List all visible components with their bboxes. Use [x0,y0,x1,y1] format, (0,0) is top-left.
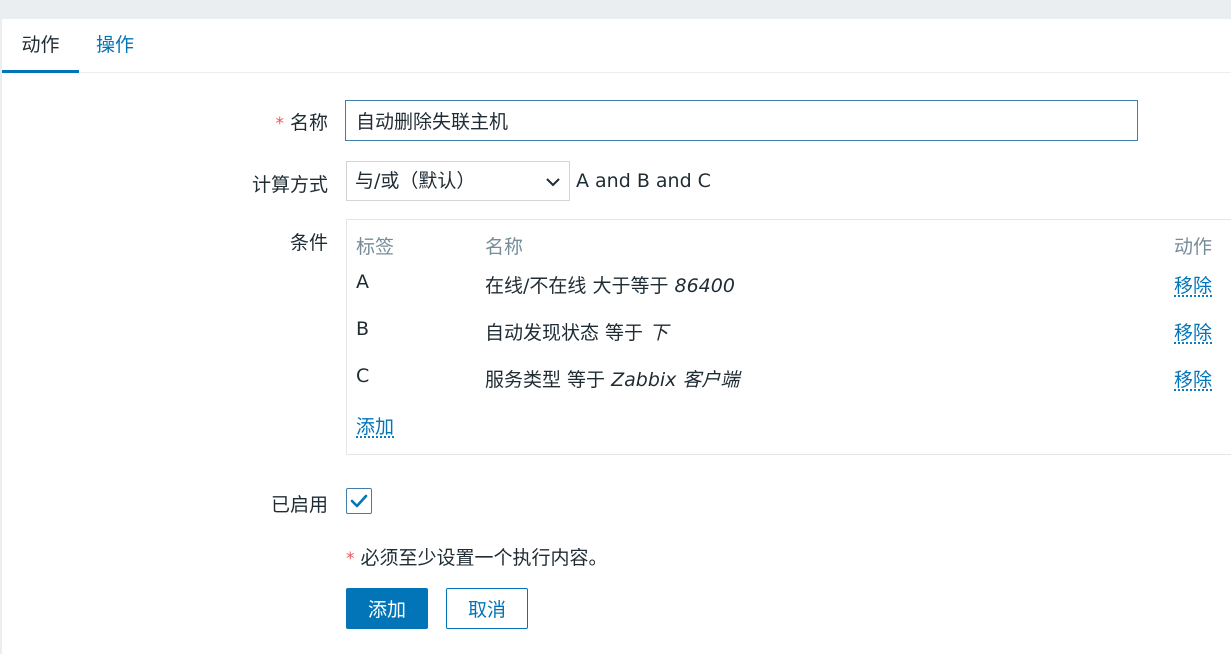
condition-text: 服务类型 等于 [485,369,612,391]
name-label: * 名称 [275,108,328,135]
enabled-label: 已启用 [270,494,328,516]
calc-formula: A and B and C [576,170,711,192]
add-button[interactable]: 添加 [346,588,428,629]
tab-bar: 动作 操作 [2,19,1231,73]
condition-tag-a: A [356,271,369,293]
condition-name-c: 服务类型 等于 Zabbix 客户端 [485,365,739,392]
name-input[interactable] [345,100,1138,141]
condition-name-b: 自动发现状态 等于 下 [485,318,668,345]
condition-text: 自动发现状态 等于 [485,322,650,344]
header-tag: 标签 [356,236,395,258]
enabled-checkbox[interactable] [346,488,372,514]
condition-text: 在线/不在线 大于等于 [485,275,675,297]
add-condition-link[interactable]: 添加 [356,412,394,439]
calc-label: 计算方式 [251,174,328,196]
check-icon [350,494,368,508]
condition-name-a: 在线/不在线 大于等于 86400 [485,271,735,298]
remove-condition-b-link[interactable]: 移除 [1174,318,1212,345]
cancel-button[interactable]: 取消 [446,588,528,629]
calc-method-select[interactable]: 与/或（默认） [346,161,570,201]
condition-value: Zabbix 客户端 [611,369,740,391]
remove-condition-a-link[interactable]: 移除 [1174,271,1212,298]
header-name: 名称 [485,236,524,258]
required-mark: * [275,114,284,134]
required-note-text: 必须至少设置一个执行内容。 [360,547,608,569]
conditions-label: 条件 [289,232,328,254]
condition-tag-b: B [356,318,370,340]
remove-condition-c-link[interactable]: 移除 [1174,365,1212,392]
header-action: 动作 [1174,236,1213,258]
tab-operations[interactable]: 操作 [96,19,134,72]
calc-method-value: 与/或（默认） [355,170,476,192]
required-mark: * [346,549,355,569]
condition-value: 86400 [674,275,735,297]
tab-action[interactable]: 动作 [2,19,79,73]
condition-tag-c: C [356,365,370,387]
name-label-text: 名称 [289,112,328,134]
chevron-down-icon [545,162,561,200]
condition-value: 下 [649,322,669,344]
conditions-table: 标签 名称 动作 A 在线/不在线 大于等于 86400 移除 B 自动发现状态… [346,219,1231,455]
required-note: * 必须至少设置一个执行内容。 [346,543,608,570]
